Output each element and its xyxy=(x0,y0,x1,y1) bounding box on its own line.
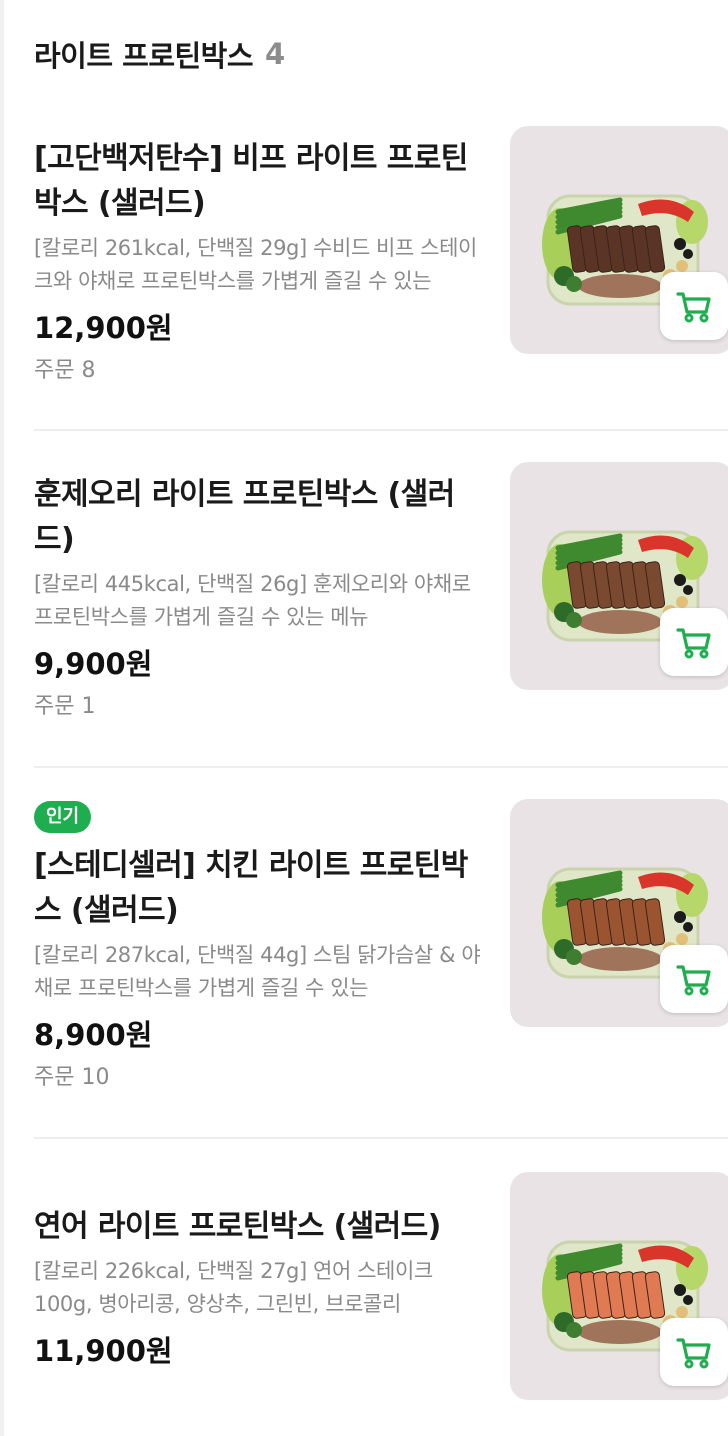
product-name: 훈제오리 라이트 프로틴박스 (샐러드) xyxy=(34,477,455,557)
section-title: 라이트 프로틴박스 xyxy=(34,39,254,73)
left-edge-rule xyxy=(0,0,4,1436)
product-name: [스테디셀러] 치킨 라이트 프로틴박스 (샐러드) xyxy=(34,848,468,928)
product-price: 8,900원 xyxy=(34,1018,153,1052)
divider xyxy=(34,429,728,431)
cart-icon xyxy=(676,292,711,323)
product-description: [칼로리 445kcal, 단백질 26g] 훈제오리와 야채로 프로틴박스를 … xyxy=(34,572,471,629)
cart-icon xyxy=(676,965,711,996)
product-image[interactable] xyxy=(510,1172,728,1400)
section-count: 4 xyxy=(265,37,286,71)
product-text: 인기 [스테디셀러] 치킨 라이트 프로틴박스 (샐러드) [칼로리 287kc… xyxy=(34,801,482,1093)
divider xyxy=(34,1137,728,1139)
product-item-duck[interactable]: 훈제오리 라이트 프로틴박스 (샐러드) [칼로리 445kcal, 단백질 2… xyxy=(34,458,728,758)
add-to-cart-button[interactable] xyxy=(660,945,728,1013)
product-text: 훈제오리 라이트 프로틴박스 (샐러드) [칼로리 445kcal, 단백질 2… xyxy=(34,472,482,722)
product-name: 연어 라이트 프로틴박스 (샐러드) xyxy=(34,1209,441,1244)
product-item-salmon[interactable]: 연어 라이트 프로틴박스 (샐러드) [칼로리 226kcal, 단백질 27g… xyxy=(34,1168,728,1428)
product-item-chicken[interactable]: 인기 [스테디셀러] 치킨 라이트 프로틴박스 (샐러드) [칼로리 287kc… xyxy=(34,795,728,1115)
product-image[interactable] xyxy=(510,126,728,354)
product-image[interactable] xyxy=(510,462,728,690)
product-item-beef[interactable]: [고단백저탄수] 비프 라이트 프로틴박스 (샐러드) [칼로리 261kcal… xyxy=(34,122,728,422)
product-price: 9,900원 xyxy=(34,647,153,681)
product-description: [칼로리 287kcal, 단백질 44g] 스팀 닭가슴살 & 야채로 프로틴… xyxy=(34,943,481,1000)
product-text: [고단백저탄수] 비프 라이트 프로틴박스 (샐러드) [칼로리 261kcal… xyxy=(34,136,482,386)
popular-badge: 인기 xyxy=(34,801,92,833)
product-image[interactable] xyxy=(510,799,728,1027)
add-to-cart-button[interactable] xyxy=(660,608,728,676)
product-description: [칼로리 226kcal, 단백질 27g] 연어 스테이크 100g, 병아리… xyxy=(34,1259,433,1316)
product-description: [칼로리 261kcal, 단백질 29g] 수비드 비프 스테이크와 야채로 … xyxy=(34,236,477,293)
add-to-cart-button[interactable] xyxy=(660,272,728,340)
section-header: 라이트 프로틴박스 4 xyxy=(34,32,285,76)
divider xyxy=(34,766,728,768)
order-count: 주문 1 xyxy=(34,694,96,719)
product-text: 연어 라이트 프로틴박스 (샐러드) [칼로리 226kcal, 단백질 27g… xyxy=(34,1204,482,1371)
order-count: 주문 10 xyxy=(34,1065,110,1090)
add-to-cart-button[interactable] xyxy=(660,1318,728,1386)
cart-icon xyxy=(676,628,711,659)
order-count: 주문 8 xyxy=(34,358,96,383)
product-name: [고단백저탄수] 비프 라이트 프로틴박스 (샐러드) xyxy=(34,141,468,221)
cart-icon xyxy=(676,1338,711,1369)
product-price: 11,900원 xyxy=(34,1334,173,1368)
product-price: 12,900원 xyxy=(34,311,173,345)
